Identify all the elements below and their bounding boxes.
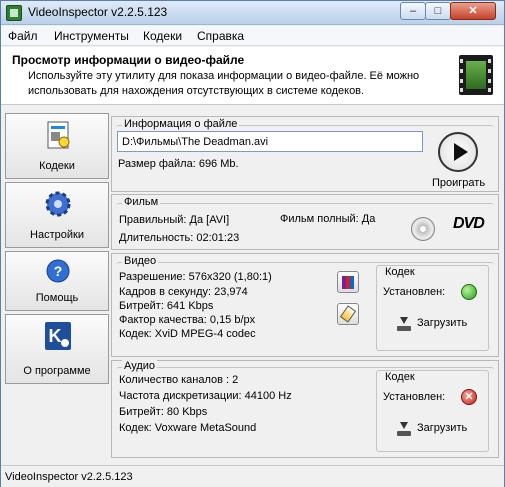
header-title: Просмотр информации о видео-файле (12, 53, 245, 67)
file-path-input[interactable] (117, 131, 423, 152)
audio-codec-installed: Установлен: (383, 391, 446, 403)
edit-button[interactable] (337, 303, 359, 325)
error-icon: ✕ (461, 389, 477, 405)
codec-info-button[interactable] (337, 271, 359, 293)
svg-text:K: K (49, 326, 62, 346)
play-label: Проиграть (432, 177, 486, 189)
title-bar[interactable]: VideoInspector v2.2.5.123 – □ ✕ (1, 1, 504, 25)
status-text: VideoInspector v2.2.5.123 (5, 471, 133, 483)
sidebar-item-about[interactable]: K О программе (5, 314, 109, 384)
audio-codec: Кодек: Voxware MetaSound (119, 422, 257, 434)
file-info-title: Информация о файле (122, 118, 240, 130)
download-icon (397, 422, 411, 436)
video-quality: Фактор качества: 0,15 b/px (119, 314, 256, 326)
pencil-icon (339, 305, 357, 323)
minimize-button[interactable]: – (400, 2, 426, 20)
video-codec-title: Кодек (385, 266, 415, 278)
help-icon: ? (46, 259, 70, 283)
menu-help[interactable]: Справка (197, 29, 244, 43)
sidebar-item-codecs[interactable]: Кодеки (5, 113, 109, 179)
cd-icon (411, 217, 435, 241)
film-strip-icon (459, 55, 493, 95)
books-icon (342, 276, 354, 289)
video-fps: Кадров в секунду: 23,974 (119, 286, 248, 298)
main-window: VideoInspector v2.2.5.123 – □ ✕ Файл Инс… (0, 0, 505, 487)
sidebar-item-help[interactable]: ? Помощь (5, 251, 109, 311)
sidebar-item-label: О программе (23, 365, 91, 377)
audio-codec-title: Кодек (385, 371, 415, 383)
film-duration: Длительность: 02:01:23 (119, 232, 240, 244)
audio-title: Аудио (122, 360, 158, 372)
play-button[interactable] (438, 132, 478, 172)
film-title: Фильм (122, 196, 161, 208)
video-download-button[interactable]: Загрузить (397, 313, 477, 335)
window-title: VideoInspector v2.2.5.123 (28, 5, 168, 19)
video-codec-installed: Установлен: (383, 286, 446, 298)
sidebar-item-label: Кодеки (39, 160, 75, 172)
download-label: Загрузить (417, 422, 468, 434)
codecs-icon (47, 121, 70, 149)
film-valid: Правильный: Да [AVI] (119, 214, 230, 226)
close-button[interactable]: ✕ (450, 2, 496, 20)
menu-tools[interactable]: Инструменты (54, 29, 129, 43)
video-codec-box: Кодек Установлен: Загрузить (376, 265, 489, 351)
sidebar-item-label: Помощь (35, 292, 79, 304)
video-codec: Кодек: XviD MPEG-4 codec (119, 328, 256, 340)
audio-codec-box: Кодек Установлен: ✕ Загрузить (376, 370, 489, 452)
dvd-icon: DVD (453, 215, 485, 232)
menu-codecs[interactable]: Кодеки (143, 29, 182, 43)
settings-gear-icon (45, 191, 71, 217)
status-bar: VideoInspector v2.2.5.123 (1, 465, 504, 487)
audio-samplerate: Частота дискретизации: 44100 Hz (119, 390, 292, 402)
header-panel: Просмотр информации о видео-файле Исполь… (1, 47, 504, 105)
menu-file[interactable]: Файл (8, 29, 38, 43)
audio-bitrate: Битрейт: 80 Kbps (119, 406, 208, 418)
sidebar-item-settings[interactable]: Настройки (5, 182, 109, 248)
audio-channels: Количество каналов : 2 (119, 374, 239, 386)
maximize-button[interactable]: □ (425, 2, 451, 20)
menu-bar: Файл Инструменты Кодеки Справка (1, 26, 504, 46)
video-bitrate: Битрейт: 641 Kbps (119, 300, 214, 312)
svg-text:?: ? (54, 263, 63, 279)
film-complete: Фильм полный: Да (280, 213, 376, 225)
video-title: Видео (122, 255, 159, 267)
audio-download-button[interactable]: Загрузить (397, 418, 477, 440)
check-ok-icon (461, 284, 477, 300)
download-label: Загрузить (417, 317, 468, 329)
video-resolution: Разрешение: 576x320 (1,80:1) (119, 271, 272, 283)
download-icon (397, 317, 411, 331)
header-description: Используйте эту утилиту для показа инфор… (28, 70, 420, 97)
about-icon: K (45, 322, 71, 350)
file-size-label: Размер файла: 696 Mb. (118, 158, 239, 170)
app-icon (6, 5, 22, 21)
sidebar-item-label: Настройки (30, 229, 84, 241)
